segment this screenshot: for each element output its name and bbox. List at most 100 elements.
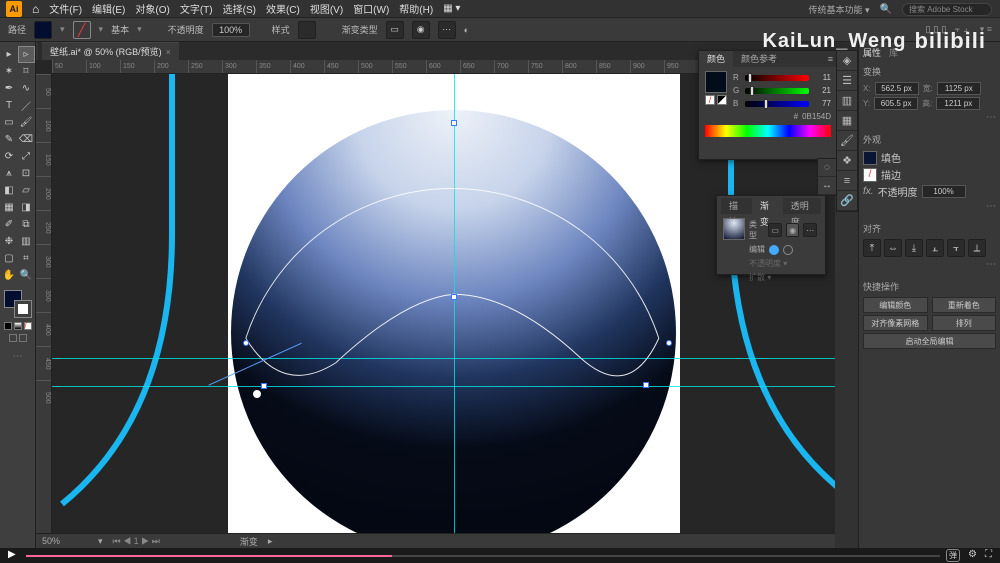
zoom-tool[interactable]: 🔍 bbox=[18, 267, 35, 284]
hand-tool[interactable]: ✋ bbox=[1, 267, 18, 284]
none-color-icon[interactable]: / bbox=[705, 95, 715, 105]
menu-effect[interactable]: 效果(C) bbox=[266, 1, 300, 16]
btn-arrange[interactable]: 排列 bbox=[932, 315, 997, 331]
color-panel[interactable]: 颜色 颜色参考 ≡ / R11 G21 B77 #0B154D bbox=[698, 50, 838, 160]
blend-tool[interactable]: ⧉ bbox=[18, 216, 35, 233]
danmaku-icon[interactable]: 弹 bbox=[946, 549, 960, 562]
menu-file[interactable]: 文件(F) bbox=[49, 1, 82, 16]
align-right-icon[interactable]: ⤓ bbox=[905, 239, 923, 257]
control-bar-menu-icon[interactable]: ▾ ≡ bbox=[980, 24, 992, 35]
fullscreen-icon[interactable]: ⛶ bbox=[985, 549, 992, 562]
menu-help[interactable]: 帮助(H) bbox=[399, 1, 433, 16]
video-progress[interactable] bbox=[26, 555, 940, 557]
close-tab-icon[interactable]: × bbox=[166, 47, 171, 57]
profile-dropdown-icon[interactable]: ▾ bbox=[137, 24, 142, 35]
transform-x[interactable]: 562.5 px bbox=[875, 82, 919, 95]
gradient-freeform-btn[interactable]: ⋯ bbox=[803, 223, 817, 237]
btn-global-edit[interactable]: 启动全局编辑 bbox=[863, 333, 996, 349]
symbol-sprayer-tool[interactable]: ❉ bbox=[1, 233, 18, 250]
menu-window[interactable]: 窗口(W) bbox=[353, 1, 389, 16]
swatches-icon[interactable]: ▦ bbox=[837, 111, 857, 131]
align-bottom-icon[interactable]: ⟂ bbox=[968, 239, 986, 257]
free-transform-tool[interactable]: ⊡ bbox=[18, 165, 35, 182]
anchor-top[interactable] bbox=[451, 120, 457, 126]
color-b-value[interactable]: 77 bbox=[813, 99, 831, 108]
pen-tool[interactable]: ✒ bbox=[1, 80, 18, 97]
align-top-icon[interactable]: ⫠ bbox=[926, 239, 944, 257]
menu-view[interactable]: 视图(V) bbox=[310, 1, 343, 16]
rectangle-tool[interactable]: ▭ bbox=[1, 114, 18, 131]
hex-value[interactable]: 0B154D bbox=[802, 112, 831, 121]
gradient-preview-swatch[interactable] bbox=[723, 218, 745, 240]
selection-tool[interactable]: ▸ bbox=[1, 46, 18, 63]
link-icon[interactable]: 🔗 bbox=[837, 191, 857, 211]
align-vcenter-icon[interactable]: ⫟ bbox=[947, 239, 965, 257]
screen-mode-icons[interactable] bbox=[9, 334, 27, 342]
curvature-tool[interactable]: ∿ bbox=[18, 80, 35, 97]
gradient-freeform-icon[interactable]: ⋯ bbox=[438, 21, 456, 39]
settings-icon[interactable]: ⚙ bbox=[968, 549, 977, 562]
align-left-icon[interactable]: ⤒ bbox=[863, 239, 881, 257]
play-icon[interactable]: ▶ bbox=[8, 549, 16, 560]
graph-tool[interactable]: ▥ bbox=[18, 233, 35, 250]
perspective-tool[interactable]: ▱ bbox=[18, 182, 35, 199]
magic-wand-tool[interactable]: ✶ bbox=[1, 63, 18, 80]
gradient-radial-icon[interactable]: ◉ bbox=[412, 21, 430, 39]
color-mode-icons[interactable]: / bbox=[4, 322, 32, 330]
menu-edit[interactable]: 编辑(E) bbox=[92, 1, 125, 16]
artboard-nav[interactable]: ⏮ ◀ 1 ▶ ⏭ bbox=[113, 536, 160, 547]
appearance-more-icon[interactable]: ⋯ bbox=[986, 201, 996, 212]
stroke-dropdown-icon[interactable]: ▾ bbox=[99, 24, 104, 35]
home-icon[interactable]: ⌂ bbox=[32, 2, 39, 16]
btn-recolor[interactable]: 重新着色 bbox=[932, 297, 997, 313]
lasso-tool[interactable]: ⌑ bbox=[18, 63, 35, 80]
slice-tool[interactable]: ⌗ bbox=[18, 250, 35, 267]
transform-y[interactable]: 605.5 px bbox=[874, 97, 918, 110]
color-swatches[interactable] bbox=[4, 290, 32, 318]
artboard-tool[interactable]: ▢ bbox=[1, 250, 18, 267]
width-tool[interactable]: ⩚ bbox=[1, 165, 18, 182]
menu-object[interactable]: 对象(O) bbox=[135, 1, 169, 16]
gradient-point-icon[interactable] bbox=[769, 245, 779, 255]
gradient-panel[interactable]: 描边 渐变 透明度 类型 ▭ ◉ ⋯ 编辑 不透明度 ▾ 扩散 ▾ bbox=[716, 195, 826, 275]
align-more-icon[interactable]: ⋯ bbox=[986, 259, 996, 270]
eraser-tool[interactable]: ⌫ bbox=[18, 131, 35, 148]
type-tool[interactable]: T bbox=[1, 97, 18, 114]
menu-type[interactable]: 文字(T) bbox=[180, 1, 213, 16]
edit-toolbar-icon[interactable]: ⋯ bbox=[9, 348, 26, 365]
gradient-linear-btn[interactable]: ▭ bbox=[768, 223, 782, 237]
rotate-tool[interactable]: ⟳ bbox=[1, 148, 18, 165]
menu-select[interactable]: 选择(S) bbox=[223, 1, 256, 16]
tab-color-guide[interactable]: 颜色参考 bbox=[733, 51, 785, 67]
libraries-icon[interactable]: ▥ bbox=[837, 91, 857, 111]
btn-edit-colors[interactable]: 编辑颜色 bbox=[863, 297, 928, 313]
workspace-switcher[interactable]: 传统基本功能 ▾ bbox=[809, 3, 870, 16]
transform-w[interactable]: 1125 px bbox=[937, 82, 981, 95]
opacity-input[interactable]: 100% bbox=[212, 23, 250, 37]
transform-h[interactable]: 1211 px bbox=[936, 97, 980, 110]
stock-search[interactable]: 搜索 Adobe Stock bbox=[902, 3, 992, 16]
anchor-right[interactable] bbox=[666, 340, 672, 346]
anchor-br[interactable] bbox=[643, 382, 649, 388]
anchor-top-wave[interactable] bbox=[451, 294, 457, 300]
menu-arrange-docs[interactable]: ▦ ▾ bbox=[443, 3, 460, 14]
dock-icon-a[interactable]: ◌ bbox=[818, 159, 836, 177]
gradient-line-icon[interactable] bbox=[783, 245, 793, 255]
symbols-icon[interactable]: ❖ bbox=[837, 151, 857, 171]
color-g-value[interactable]: 21 bbox=[813, 86, 831, 95]
stroke-dock-icon[interactable]: ≡ bbox=[837, 171, 857, 191]
stroke-swatch-control[interactable]: ╱ bbox=[73, 21, 91, 39]
tab-libraries[interactable]: 库 bbox=[889, 46, 898, 59]
recolor-label[interactable]: ◐ bbox=[464, 25, 469, 35]
appearance-opacity-value[interactable]: 100% bbox=[922, 185, 966, 198]
fill-swatch-control[interactable] bbox=[34, 21, 52, 39]
mesh-tool[interactable]: ▦ bbox=[1, 199, 18, 216]
paintbrush-tool[interactable]: 🖌 bbox=[18, 114, 35, 131]
tab-transparency[interactable]: 透明度 bbox=[783, 198, 821, 214]
line-tool[interactable]: ／ bbox=[18, 97, 35, 114]
brushes-icon[interactable]: 🖌 bbox=[837, 131, 857, 151]
document-tab[interactable]: 壁纸.ai* @ 50% (RGB/预览) × bbox=[42, 42, 179, 60]
gradient-radial-btn[interactable]: ◉ bbox=[786, 223, 800, 237]
eyedropper-tool[interactable]: ✐ bbox=[1, 216, 18, 233]
gradient-tool[interactable]: ◨ bbox=[18, 199, 35, 216]
